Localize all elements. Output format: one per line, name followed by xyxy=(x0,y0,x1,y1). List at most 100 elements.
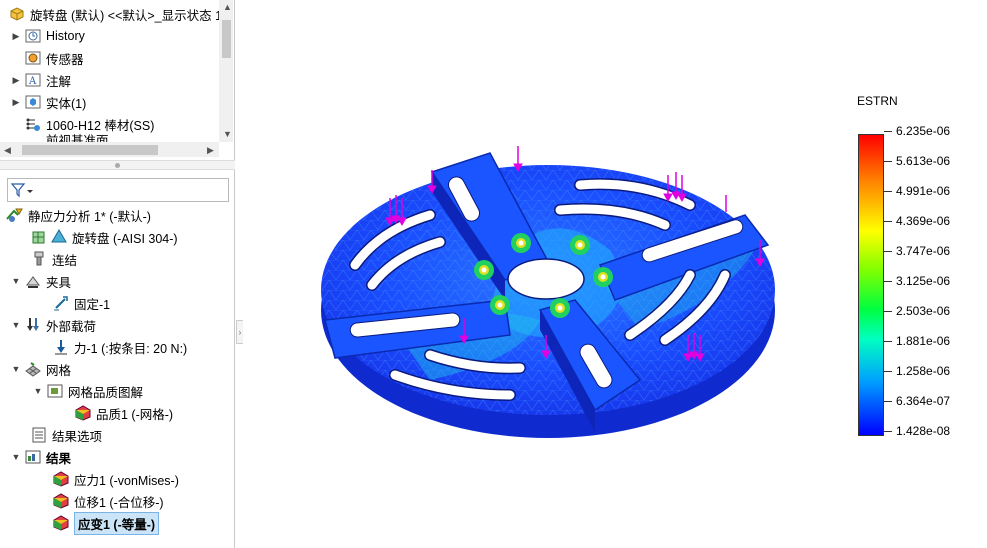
tree-item-force-1[interactable]: 力-1 (:按条目: 20 N:) xyxy=(50,336,187,358)
strain-plot-icon xyxy=(52,514,70,532)
tree-item-fixtures[interactable]: ▼ 夹具 xyxy=(10,270,71,292)
legend-tick-label: 1.881e-06 xyxy=(896,334,951,348)
tree-item-label: 夹具 xyxy=(46,275,72,290)
part-icon xyxy=(50,228,68,246)
tree-item-result-options[interactable]: 结果选项 xyxy=(28,424,102,446)
tree-item-history[interactable]: ▶ History xyxy=(10,25,85,47)
tree-item-label: History xyxy=(46,29,85,43)
collapse-icon[interactable]: ▼ xyxy=(10,319,22,331)
tree-item-part[interactable]: 旋转盘 (-AISI 304-) xyxy=(28,226,178,248)
tree-item-label: 应力1 (-vonMises-) xyxy=(74,473,179,488)
legend-tick-mark xyxy=(884,401,892,402)
tree-item-material[interactable]: 1060-H12 棒材(SS) xyxy=(10,113,154,135)
tree-item-label: 品质1 (-网格-) xyxy=(96,407,174,422)
collapse-icon[interactable]: ▼ xyxy=(32,385,44,397)
tree-item-label: 固定-1 xyxy=(74,297,111,312)
tree-item-mesh-quality-plots[interactable]: ▼ 网格品质图解 xyxy=(32,380,143,402)
scroll-up-icon[interactable]: ▲ xyxy=(223,2,232,12)
expand-icon[interactable]: ▶ xyxy=(10,96,22,108)
tree-item-annotations[interactable]: ▶ A 注解 xyxy=(10,69,71,91)
tree-item-connections[interactable]: 连结 xyxy=(28,248,77,270)
mesh-icon xyxy=(24,360,42,378)
force-icon xyxy=(52,338,70,356)
tree-item-study[interactable]: 静应力分析 1* (-默认-) xyxy=(4,204,151,226)
tree-item-label: 外部载荷 xyxy=(46,319,97,334)
collapse-icon[interactable]: ▼ xyxy=(10,451,22,463)
legend-title: ESTRN xyxy=(857,94,898,108)
results-folder-icon xyxy=(24,448,42,466)
horizontal-scroll-thumb[interactable] xyxy=(22,145,158,155)
tree-item-stress-1[interactable]: 应力1 (-vonMises-) xyxy=(50,468,179,490)
collapse-icon[interactable]: ▼ xyxy=(10,275,22,287)
mesh-check-icon xyxy=(30,228,48,246)
tree-item-label: 注解 xyxy=(46,74,72,89)
legend-tick-label: 2.503e-06 xyxy=(896,304,951,318)
tree-item-external-loads[interactable]: ▼ 外部载荷 xyxy=(10,314,96,336)
legend-colorbar xyxy=(858,134,884,436)
expand-icon[interactable]: ▶ xyxy=(10,74,22,86)
mesh-quality-plot-icon xyxy=(74,404,92,422)
legend-tick-label: 3.125e-06 xyxy=(896,274,951,288)
legend-tick-mark xyxy=(884,191,892,192)
folder-icon xyxy=(46,382,64,400)
tree-item-label: 连结 xyxy=(52,253,78,268)
tree-item-mesh[interactable]: ▼ 网格 xyxy=(10,358,71,380)
sensor-icon xyxy=(24,49,42,67)
legend-tick-mark xyxy=(884,161,892,162)
tree-item-fixed-1[interactable]: 固定-1 xyxy=(50,292,110,314)
material-icon xyxy=(24,115,42,133)
scroll-right-icon[interactable]: ▶ xyxy=(207,145,214,156)
legend-tick-label: 1.428e-08 xyxy=(896,424,951,438)
feature-manager-panel: 旋转盘 (默认) <<默认>_显示状态 1 ▶ History 传感器 ▶ A … xyxy=(0,0,235,548)
legend-tick-mark xyxy=(884,281,892,282)
simulation-tree: 静应力分析 1* (-默认-) 旋转盘 (-AISI 304-) 连结 ▼ 夹具 xyxy=(0,204,235,548)
legend-tick-label: 1.258e-06 xyxy=(896,364,951,378)
tree-item-label: 实体(1) xyxy=(46,96,87,111)
expand-icon[interactable]: ▶ xyxy=(10,30,22,42)
part-title: 旋转盘 (默认) <<默认>_显示状态 1 xyxy=(30,8,223,23)
tree-item-label: 静应力分析 1* (-默认-) xyxy=(28,209,151,224)
tree-item-results[interactable]: ▼ 结果 xyxy=(10,446,71,468)
history-icon xyxy=(24,27,42,45)
external-loads-icon xyxy=(24,316,42,334)
tree-item-label: 网格品质图解 xyxy=(68,385,144,400)
solid-bodies-icon xyxy=(24,93,42,111)
scroll-left-icon[interactable]: ◀ xyxy=(4,145,11,156)
tree-item-quality-1[interactable]: 品质1 (-网格-) xyxy=(72,402,173,424)
connections-icon xyxy=(30,250,48,268)
displacement-plot-icon xyxy=(52,492,70,510)
collapse-icon[interactable]: ▼ xyxy=(10,363,22,375)
filter-icon[interactable] xyxy=(10,182,35,201)
tree-item-strain-1[interactable]: 应变1 (-等量-) xyxy=(50,511,160,535)
legend-tick-mark xyxy=(884,221,892,222)
scroll-down-icon[interactable]: ▼ xyxy=(223,129,232,139)
static-study-icon xyxy=(6,206,24,224)
splitter-grip-icon xyxy=(115,163,120,168)
tree-item-solid-bodies[interactable]: ▶ 实体(1) xyxy=(10,91,86,113)
part-root[interactable]: 旋转盘 (默认) <<默认>_显示状态 1 xyxy=(6,3,222,25)
tree-filter[interactable] xyxy=(7,178,229,202)
legend-tick-label: 6.364e-07 xyxy=(896,394,951,408)
tree-item-label: 结果 xyxy=(46,451,72,466)
svg-text:A: A xyxy=(28,76,37,87)
legend-tick-label: 4.369e-06 xyxy=(896,214,951,228)
tree-item-label: 1060-H12 棒材(SS) xyxy=(46,118,155,133)
center-hole xyxy=(507,258,585,300)
vertical-scroll-thumb[interactable] xyxy=(222,20,231,58)
legend-tick-mark xyxy=(884,431,892,432)
tree-item-label: 网格 xyxy=(46,363,72,378)
fixed-geometry-icon xyxy=(52,294,70,312)
result-options-icon xyxy=(30,426,48,444)
tree-item-displacement-1[interactable]: 位移1 (-合位移-) xyxy=(50,490,164,512)
legend-tick-mark xyxy=(884,311,892,312)
tree-item-label: 结果选项 xyxy=(52,429,103,444)
tree-item-sensors[interactable]: 传感器 xyxy=(10,47,84,69)
tree-item-label: 旋转盘 (-AISI 304-) xyxy=(72,231,178,246)
fixtures-icon xyxy=(24,272,42,290)
legend-tick-mark xyxy=(884,251,892,252)
feature-tree: 旋转盘 (默认) <<默认>_显示状态 1 ▶ History 传感器 ▶ A … xyxy=(0,0,235,160)
tree-item-label: 位移1 (-合位移-) xyxy=(74,495,164,510)
part-icon xyxy=(8,5,26,23)
legend-tick-label: 4.991e-06 xyxy=(896,184,951,198)
legend-tick-mark xyxy=(884,341,892,342)
